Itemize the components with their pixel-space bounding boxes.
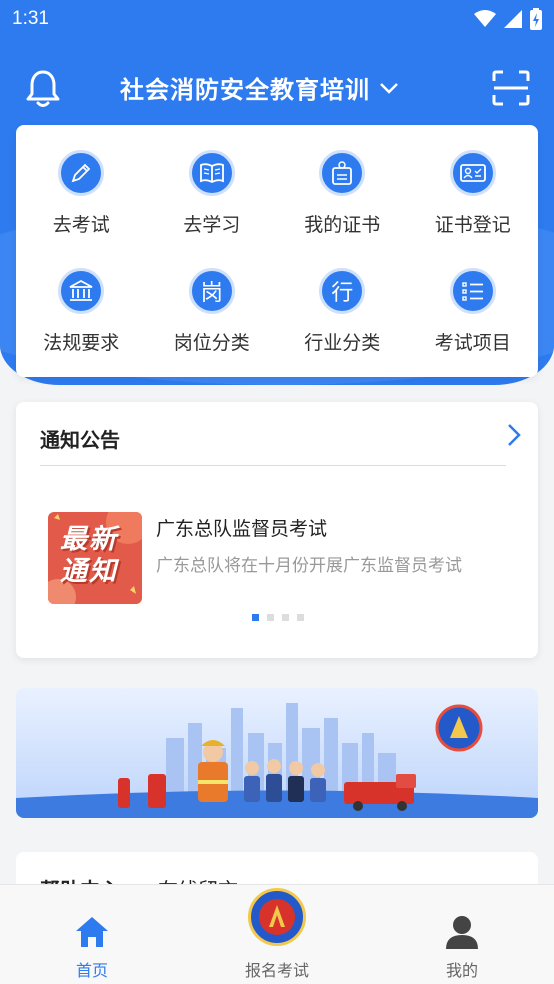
carousel-dot[interactable]	[297, 614, 304, 621]
grid-item-exam[interactable]: 去考试	[16, 133, 147, 251]
bell-icon[interactable]	[24, 68, 62, 108]
court-icon	[58, 268, 105, 314]
xing-char-icon: 行	[319, 268, 366, 314]
carousel-dot[interactable]	[282, 614, 289, 621]
news-thumb-text: 最新 通知	[60, 524, 118, 587]
tab-label: 报名考试	[244, 961, 309, 980]
emblem-icon[interactable]	[248, 888, 306, 946]
grid-item-exam-items[interactable]: 考试项目	[408, 251, 539, 369]
grid-label: 法规要求	[43, 332, 120, 354]
tab-mine[interactable]: 我的	[370, 885, 554, 984]
news-summary: 广东总队将在十月份开展广东监督员考试	[156, 556, 462, 576]
battery-icon	[530, 8, 542, 30]
carousel-dots	[252, 614, 304, 621]
icon-glyph: 岗	[200, 281, 223, 306]
chevron-down-icon	[380, 82, 398, 94]
promo-banner[interactable]	[16, 688, 538, 818]
title-dropdown[interactable]: 社会消防安全教育培训	[120, 70, 400, 105]
list-icon	[449, 268, 496, 314]
gang-char-icon: 岗	[188, 268, 235, 314]
grid-label: 行业分类	[304, 332, 381, 354]
grid-label: 考试项目	[434, 332, 511, 354]
tab-label: 首页	[75, 961, 108, 980]
grid-item-position[interactable]: 岗 岗位分类	[147, 251, 278, 369]
grid-label: 证书登记	[434, 214, 511, 236]
app-header: 社会消防安全教育培训	[0, 60, 554, 116]
banner-illustration	[16, 703, 538, 818]
grid-item-cert-register[interactable]: 证书登记	[408, 133, 539, 251]
grid-label: 岗位分类	[173, 332, 250, 354]
grid-item-certificate[interactable]: 我的证书	[277, 133, 408, 251]
grid-label: 我的证书	[304, 214, 381, 236]
status-time: 1:31	[12, 8, 49, 29]
grid-item-study[interactable]: 去学习	[147, 133, 278, 251]
app-title: 社会消防安全教育培训	[120, 76, 370, 104]
scan-icon[interactable]	[492, 70, 530, 106]
id-card-icon	[449, 150, 496, 196]
signal-icon	[504, 10, 522, 28]
status-bar: 1:31	[0, 0, 554, 38]
icon-glyph: 行	[331, 281, 354, 306]
badge-icon	[319, 150, 366, 196]
grid-item-regulations[interactable]: 法规要求	[16, 251, 147, 369]
pencil-icon	[58, 150, 105, 196]
chevron-right-icon[interactable]	[504, 420, 524, 450]
notice-title: 通知公告	[40, 428, 120, 452]
news-thumbnail: 最新 通知	[48, 512, 142, 604]
notice-card: 通知公告 最新 通知 广东总队监督员考试 广东总队将在十月份开展广东监督员考试	[16, 402, 538, 658]
grid-label: 去学习	[183, 214, 241, 236]
person-icon	[446, 916, 478, 949]
tab-label: 我的	[445, 961, 478, 980]
grid-label: 去考试	[52, 214, 110, 236]
status-icons	[474, 8, 542, 30]
wifi-icon	[474, 10, 496, 27]
carousel-dot[interactable]	[267, 614, 274, 621]
function-grid: 去考试 去学习 我的证书 证书登记 法规要求 岗 岗位分类 行 行业分类 考试项…	[16, 125, 538, 377]
home-icon	[76, 917, 108, 947]
divider	[40, 465, 506, 466]
grid-item-industry[interactable]: 行 行业分类	[277, 251, 408, 369]
tab-home[interactable]: 首页	[0, 885, 184, 984]
carousel-dot[interactable]	[252, 614, 259, 621]
book-icon	[188, 150, 235, 196]
news-headline: 广东总队监督员考试	[156, 518, 328, 540]
